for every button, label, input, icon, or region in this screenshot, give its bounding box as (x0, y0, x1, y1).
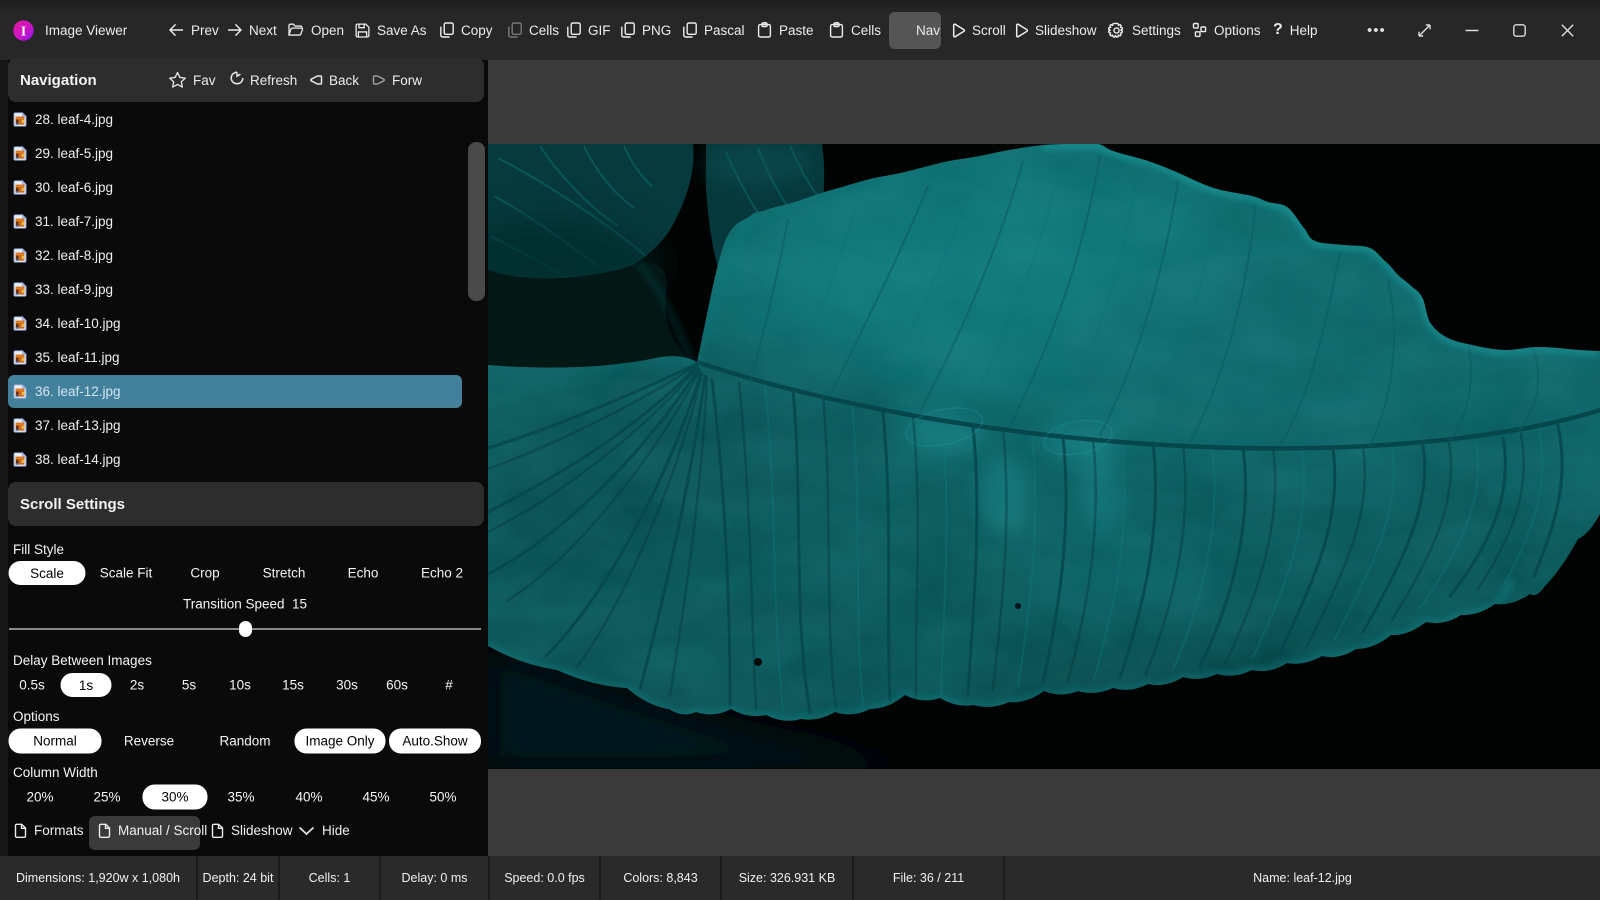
svg-text:I: I (21, 23, 26, 38)
